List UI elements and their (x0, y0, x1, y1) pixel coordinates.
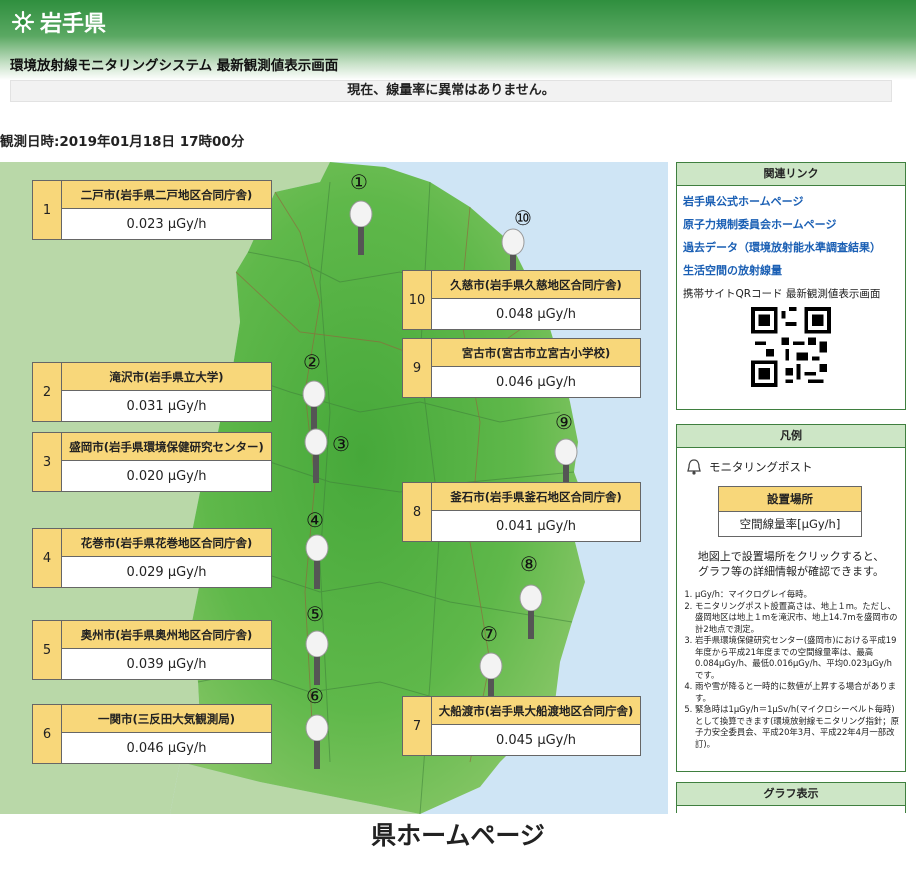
post-number-3: ③ (332, 432, 350, 456)
site-number: 4 (33, 529, 62, 587)
prefecture-map: ① ② ③ ④ ⑤ ⑥ ⑦ ⑧ ⑨ ⑩ 1 二戸市(岩手県二戸地区合同庁舎) 0… (0, 162, 668, 814)
site-number: 6 (33, 705, 62, 763)
legend-post-row: モニタリングポスト (685, 458, 905, 476)
site-box-9[interactable]: 9 宮古市(宮古市立宮古小学校) 0.046 μGy/h (402, 338, 641, 398)
legend-instruction-line-1: 地図上で設置場所をクリックすると、 (697, 550, 885, 563)
post-number-4: ④ (306, 508, 324, 532)
site-box-2[interactable]: 2 滝沢市(岩手県立大学) 0.031 μGy/h (32, 362, 272, 422)
site-box-8[interactable]: 8 釜石市(岩手県釜石地区合同庁舎) 0.041 μGy/h (402, 482, 641, 542)
logo-text: 岩手県 (40, 12, 107, 37)
site-box-4[interactable]: 4 花巻市(岩手県花巻地区合同庁舎) 0.029 μGy/h (32, 528, 272, 588)
site-number: 10 (403, 271, 432, 329)
observation-time: 観測日時:2019年01月18日 17時00分 (0, 134, 245, 150)
legend-box-value: 空間線量率[μGy/h] (739, 517, 841, 531)
legend-notes: μGy/h：マイクログレイ毎時。 モニタリングポスト設置高さは、地上１m。ただし… (683, 589, 899, 750)
link-living-space-dose[interactable]: 生活空間の放射線量 (683, 262, 905, 278)
legend-note: モニタリングポスト設置高さは、地上１m。ただし、盛岡地区は地上１mを滝沢市、地上… (695, 601, 899, 636)
site-name: 久慈市(岩手県久慈地区合同庁舎) (432, 271, 640, 299)
related-links-heading: 関連リンク (677, 163, 905, 186)
site-number: 5 (33, 621, 62, 679)
qr-code-icon[interactable] (751, 307, 831, 387)
related-links-panel: 関連リンク 岩手県公式ホームページ 原子力規制委員会ホームページ 過去データ（環… (676, 162, 906, 410)
site-box-5[interactable]: 5 奥州市(岩手県奥州地区合同庁舎) 0.039 μGy/h (32, 620, 272, 680)
post-number-2: ② (303, 350, 321, 374)
site-name: 二戸市(岩手県二戸地区合同庁舎) (62, 181, 271, 209)
site-name: 滝沢市(岩手県立大学) (62, 363, 271, 391)
site-number: 1 (33, 181, 62, 239)
site-number: 7 (403, 697, 432, 755)
system-title: 環境放射線モニタリングシステム 最新観測値表示画面 (10, 58, 339, 74)
legend-note: 岩手県環境保健研究センター(盛岡市)における平成19年度から平成21年度までの空… (695, 635, 899, 681)
site-value: 0.039 μGy/h (126, 656, 207, 672)
graph-panel: グラフ表示 (676, 782, 906, 813)
link-past-data[interactable]: 過去データ（環境放射能水準調査結果） (683, 239, 905, 255)
legend-note: 雨や雪が降ると一時的に数値が上昇する場合があります。 (695, 681, 899, 704)
site-box-7[interactable]: 7 大船渡市(岩手県大船渡地区合同庁舎) 0.045 μGy/h (402, 696, 641, 756)
monitoring-post-marker-4[interactable] (304, 528, 330, 592)
site-value: 0.031 μGy/h (126, 398, 207, 414)
site-value: 0.046 μGy/h (495, 374, 576, 390)
legend-panel: 凡例 モニタリングポスト 設置場所 空間線量率[μGy/h] 地図上で設置場所を… (676, 424, 906, 772)
page-header: 岩手県 環境放射線モニタリングシステム 最新観測値表示画面 (0, 0, 916, 80)
legend-note: 緊急時は1μGy/h＝1μSv/h(マイクロシーベルト毎時)として換算できます(… (695, 704, 899, 750)
status-message: 現在、線量率に異常はありません。 (10, 80, 892, 102)
site-value: 0.029 μGy/h (126, 564, 207, 580)
post-number-5: ⑤ (306, 602, 324, 626)
site-value: 0.048 μGy/h (495, 306, 576, 322)
site-number: 8 (403, 483, 432, 541)
site-number: 3 (33, 433, 62, 491)
bell-icon (687, 459, 701, 475)
site-value: 0.020 μGy/h (126, 468, 207, 484)
monitoring-post-marker-3[interactable] (303, 422, 329, 486)
site-box-6[interactable]: 6 一関市(三反田大気観測局) 0.046 μGy/h (32, 704, 272, 764)
site-box-3[interactable]: 3 盛岡市(岩手県環境保健研究センター) 0.020 μGy/h (32, 432, 272, 492)
post-number-8: ⑧ (520, 552, 538, 576)
legend-sample-box: 設置場所 空間線量率[μGy/h] (718, 486, 862, 537)
post-number-6: ⑥ (306, 684, 324, 708)
post-number-1: ① (350, 170, 368, 194)
site-number: 9 (403, 339, 432, 397)
prefecture-emblem-icon (11, 10, 35, 34)
site-name: 大船渡市(岩手県大船渡地区合同庁舎) (432, 697, 640, 725)
site-name: 一関市(三反田大気観測局) (62, 705, 271, 733)
monitoring-post-marker-8[interactable] (518, 578, 544, 642)
site-value: 0.023 μGy/h (126, 216, 207, 232)
site-box-10[interactable]: 10 久慈市(岩手県久慈地区合同庁舎) 0.048 μGy/h (402, 270, 641, 330)
prefecture-logo[interactable]: 岩手県 (10, 6, 106, 38)
legend-post-label: モニタリングポスト (709, 460, 813, 474)
legend-note: μGy/h：マイクログレイ毎時。 (695, 589, 899, 601)
site-box-1[interactable]: 1 二戸市(岩手県二戸地区合同庁舎) 0.023 μGy/h (32, 180, 272, 240)
link-iwate-official[interactable]: 岩手県公式ホームページ (683, 193, 905, 209)
site-name: 宮古市(宮古市立宮古小学校) (432, 339, 640, 367)
footer-caption: 県ホームページ (371, 821, 545, 850)
site-name: 花巻市(岩手県花巻地区合同庁舎) (62, 529, 271, 557)
graph-panel-heading[interactable]: グラフ表示 (677, 783, 905, 806)
legend-instruction-line-2: グラフ等の詳細情報が確認できます。 (698, 565, 884, 578)
link-nra[interactable]: 原子力規制委員会ホームページ (683, 216, 905, 232)
post-number-7: ⑦ (480, 622, 498, 646)
site-name: 盛岡市(岩手県環境保健研究センター) (62, 433, 271, 461)
post-number-10: ⑩ (514, 206, 532, 230)
monitoring-post-marker-1[interactable] (348, 194, 374, 258)
monitoring-post-marker-6[interactable] (304, 708, 330, 772)
site-value: 0.045 μGy/h (495, 732, 576, 748)
site-name: 釜石市(岩手県釜石地区合同庁舎) (432, 483, 640, 511)
site-value: 0.041 μGy/h (495, 518, 576, 534)
site-name: 奥州市(岩手県奥州地区合同庁舎) (62, 621, 271, 649)
legend-instruction: 地図上で設置場所をクリックすると、 グラフ等の詳細情報が確認できます。 (677, 549, 905, 579)
qr-label: 携帯サイトQRコード 最新観測値表示画面 (683, 288, 881, 300)
monitoring-post-marker-5[interactable] (304, 624, 330, 688)
post-number-9: ⑨ (555, 410, 573, 434)
site-value: 0.046 μGy/h (126, 740, 207, 756)
legend-box-title: 設置場所 (719, 487, 861, 512)
site-number: 2 (33, 363, 62, 421)
legend-heading: 凡例 (677, 425, 905, 448)
